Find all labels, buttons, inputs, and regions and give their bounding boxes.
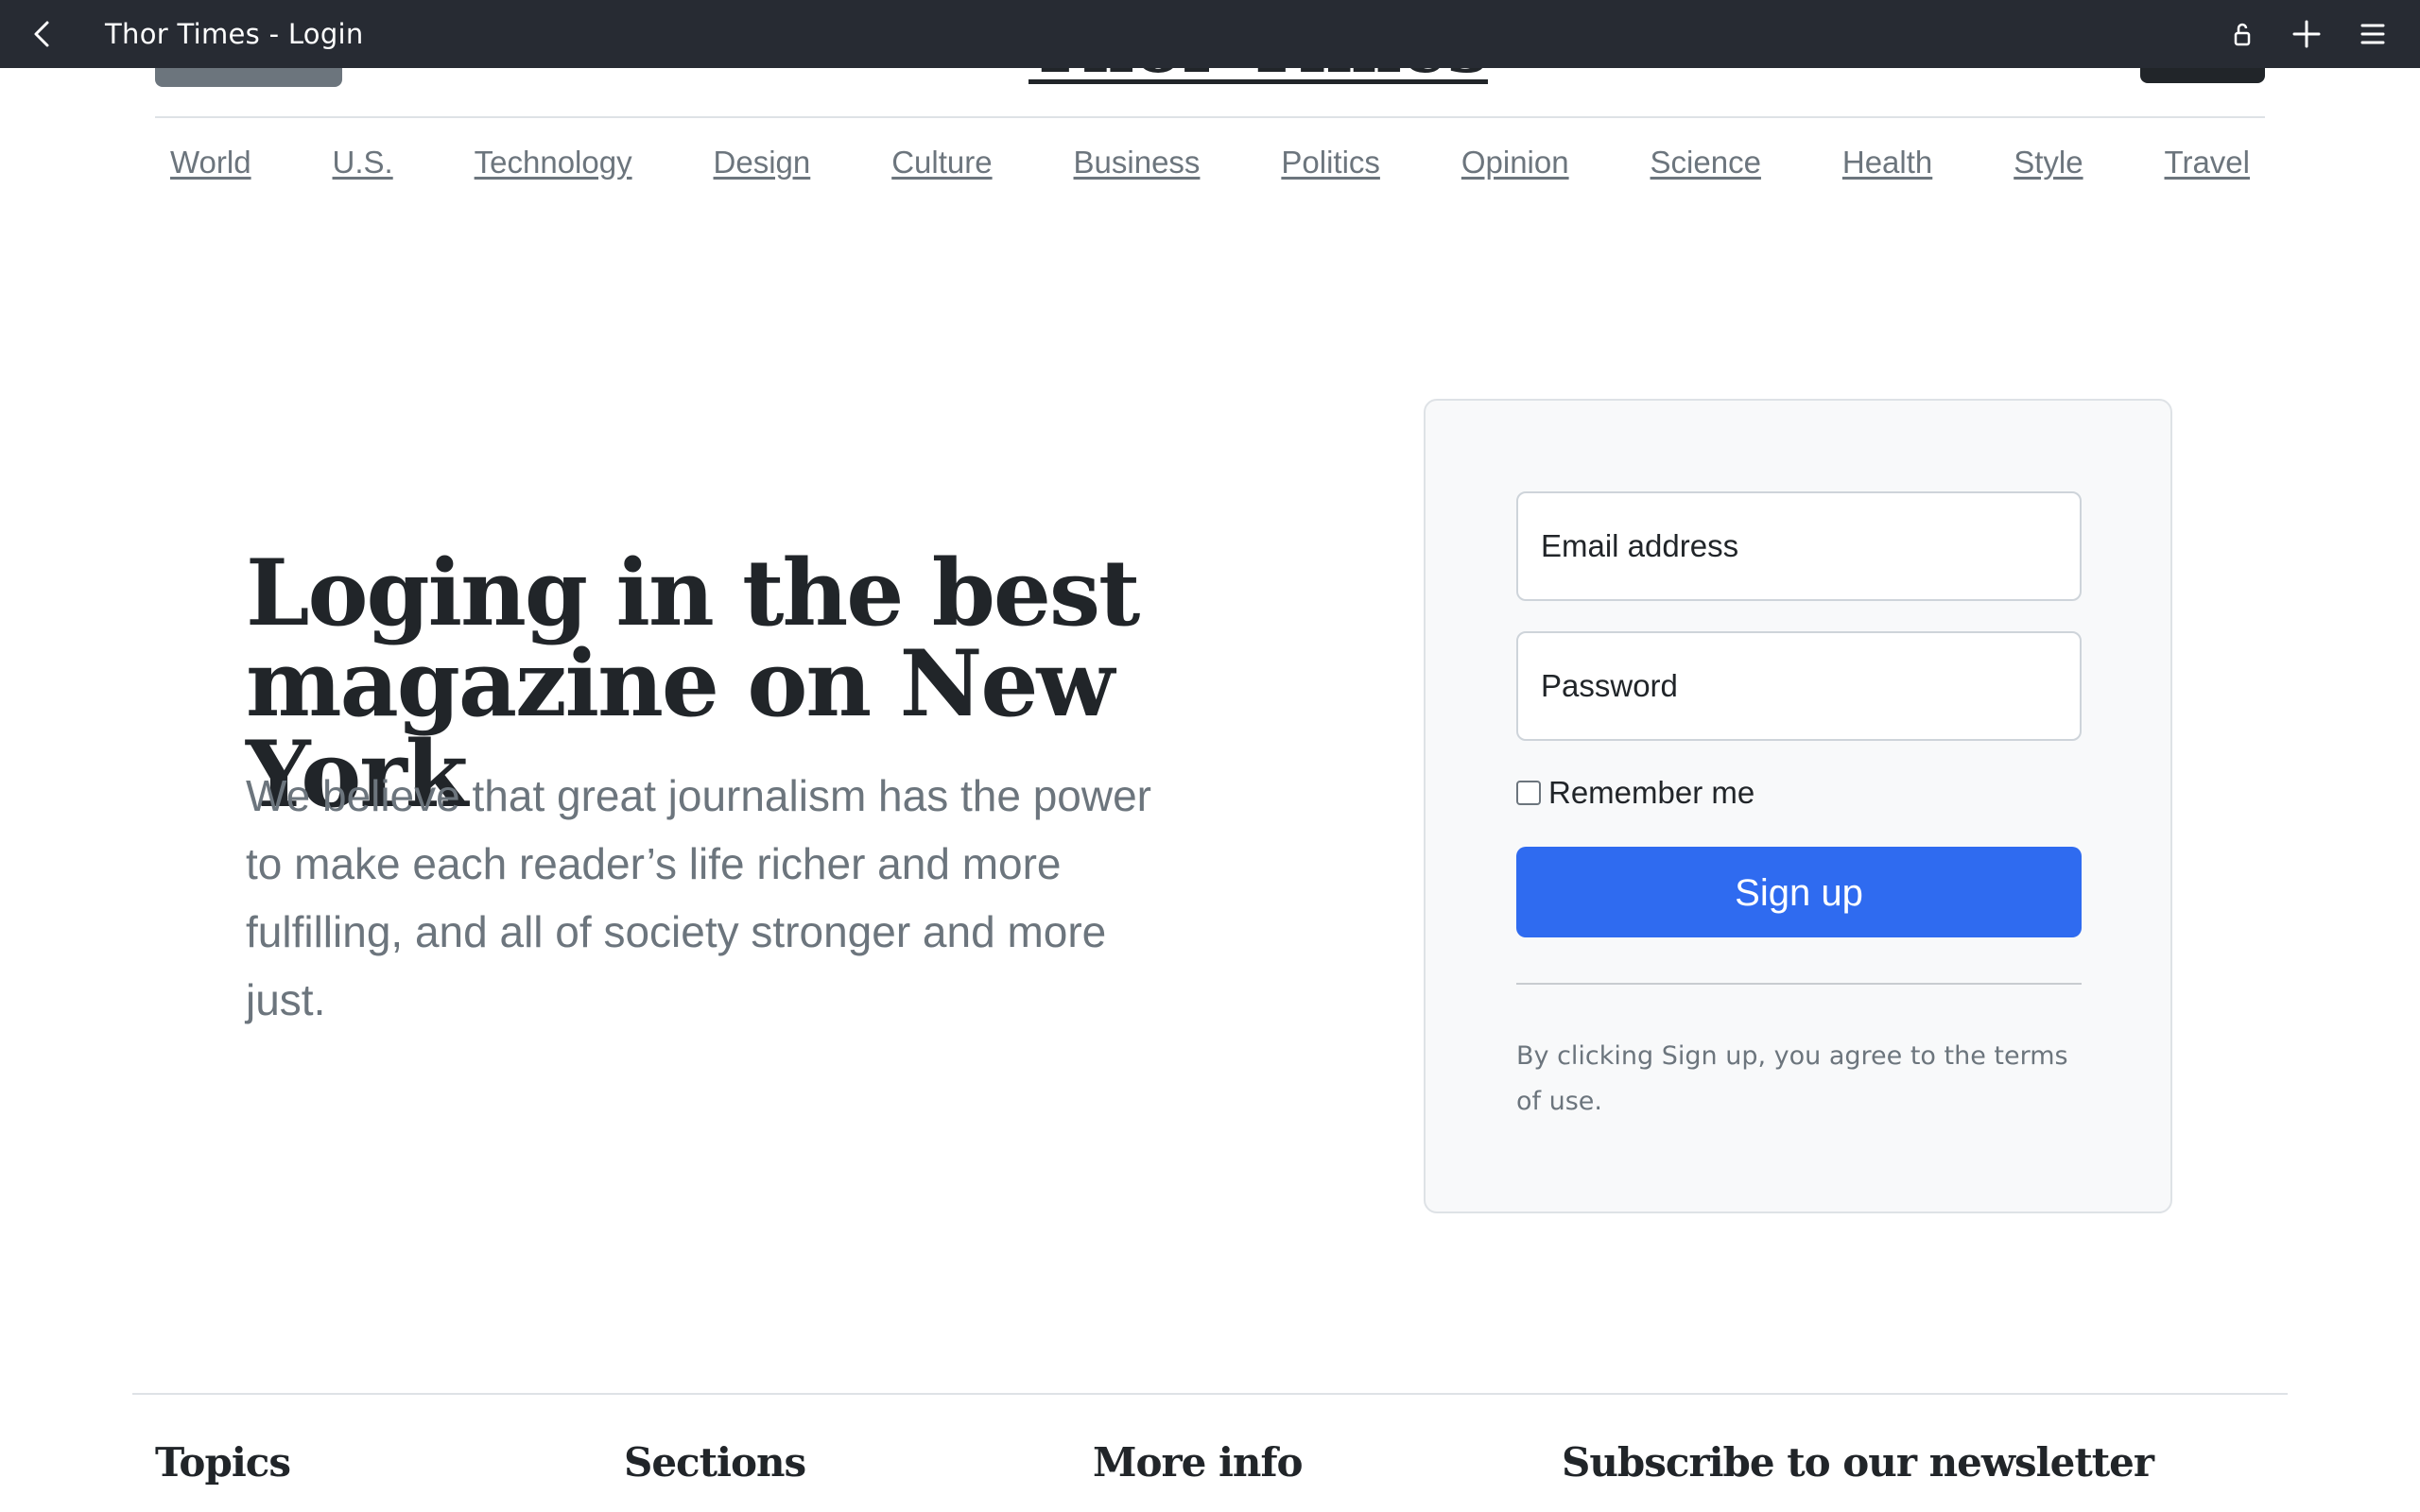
nav-link-world[interactable]: World: [170, 138, 251, 187]
login-card: Email address Password Remember me Sign …: [1424, 399, 2172, 1213]
password-field-label: Password: [1541, 668, 1678, 703]
nav-link-business[interactable]: Business: [1074, 138, 1201, 187]
nav-link-science[interactable]: Science: [1651, 138, 1761, 187]
footer-heading-newsletter: Subscribe to our newsletter: [1562, 1439, 2154, 1486]
remember-me-label: Remember me: [1548, 775, 1755, 810]
footer-heading-sections: Sections: [624, 1439, 806, 1486]
nav-link-culture[interactable]: Culture: [891, 138, 992, 187]
nav-link-opinion[interactable]: Opinion: [1461, 138, 1569, 187]
nav-link-us[interactable]: U.S.: [333, 138, 393, 187]
plus-icon[interactable]: [2290, 17, 2324, 51]
password-field[interactable]: Password: [1516, 631, 2082, 741]
nav-link-travel[interactable]: Travel: [2165, 138, 2250, 187]
nav-link-technology[interactable]: Technology: [475, 138, 632, 187]
footer-heading-more-info: More info: [1093, 1439, 1304, 1486]
browser-toolbar: Thor Times - Login: [0, 0, 2420, 68]
terms-text: By clicking Sign up, you agree to the te…: [1516, 1041, 2068, 1116]
nav-link-politics[interactable]: Politics: [1281, 138, 1380, 187]
menu-icon[interactable]: [2356, 17, 2390, 51]
hero-description: We believe that great journalism has the…: [246, 771, 1152, 1024]
card-divider: [1516, 983, 2082, 985]
masthead-divider: [155, 116, 2265, 118]
email-field[interactable]: Email address: [1516, 491, 2082, 601]
remember-me[interactable]: Remember me: [1516, 775, 1754, 811]
section-nav: World U.S. Technology Design Culture Bus…: [155, 138, 2265, 187]
footer-divider: [132, 1393, 2288, 1395]
back-icon[interactable]: [26, 17, 60, 51]
sign-up-button[interactable]: Sign up: [1516, 847, 2082, 937]
email-field-label: Email address: [1541, 528, 1739, 563]
footer-heading-topics: Topics: [155, 1439, 291, 1486]
remember-me-checkbox[interactable]: [1516, 781, 1541, 805]
window-title: Thor Times - Login: [105, 18, 364, 50]
nav-link-style[interactable]: Style: [2014, 138, 2083, 187]
lock-icon[interactable]: [2225, 17, 2259, 51]
nav-link-health[interactable]: Health: [1842, 138, 1932, 187]
nav-link-design[interactable]: Design: [714, 138, 811, 187]
